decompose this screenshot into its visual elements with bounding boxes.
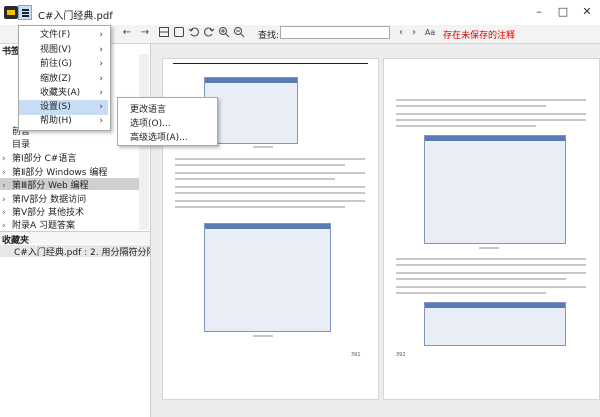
rotate-right-icon[interactable] bbox=[202, 26, 216, 40]
page-figure bbox=[204, 77, 298, 144]
favorite-item[interactable]: C#入门经典.pdf : 2. 用分隔符分隔的 bbox=[0, 245, 150, 257]
zoom-in-icon[interactable] bbox=[217, 26, 231, 40]
main-menu: 文件(F) › 视图(V) › 前往(G) › 缩放(Z) › 收藏夹(A) › 设置(S… bbox=[18, 25, 111, 131]
menu-item-goto[interactable]: 前往(G) › bbox=[19, 57, 108, 72]
menu-item-file[interactable]: 文件(F) › bbox=[19, 28, 108, 43]
match-case-icon[interactable]: Aa bbox=[421, 26, 439, 40]
unsaved-annotations-notice: 存在未保存的注释 bbox=[443, 31, 516, 41]
menu-item-zoom[interactable]: 缩放(Z) › bbox=[19, 72, 108, 87]
page-figure bbox=[424, 135, 566, 244]
menu-item-help[interactable]: 帮助(H) › bbox=[19, 114, 108, 129]
hamburger-menu-button[interactable] bbox=[18, 5, 32, 20]
app-logo-icon bbox=[4, 6, 18, 19]
submenu-item-advanced-options[interactable]: 高级选项(A)... bbox=[130, 130, 188, 143]
close-button[interactable]: ✕ bbox=[578, 4, 596, 20]
fit-page-icon[interactable] bbox=[172, 26, 186, 40]
toc-item-appendix-a[interactable]: › 附录A 习题答案 bbox=[2, 218, 75, 231]
toc-item-part-1[interactable]: › 第Ⅰ部分 C#语言 bbox=[2, 151, 76, 164]
zoom-out-icon[interactable] bbox=[232, 26, 246, 40]
pdf-page-right: 392 bbox=[383, 58, 600, 400]
rotate-left-icon[interactable] bbox=[187, 26, 201, 40]
toc-item-part-3[interactable]: › 第Ⅲ部分 Web 编程 bbox=[0, 178, 140, 191]
find-next-icon[interactable]: › bbox=[407, 26, 421, 40]
back-icon[interactable]: ← bbox=[120, 26, 134, 40]
minimize-button[interactable]: – bbox=[530, 4, 548, 20]
submenu-item-change-language[interactable]: 更改语言 bbox=[130, 102, 166, 115]
menu-item-view[interactable]: 视图(V) › bbox=[19, 43, 108, 58]
page-number: 391 bbox=[351, 352, 361, 358]
submenu-item-options[interactable]: 选项(O)... bbox=[130, 116, 171, 129]
toc-item-contents[interactable]: 目录 bbox=[2, 137, 30, 150]
find-input[interactable] bbox=[280, 26, 390, 39]
page-figure bbox=[204, 223, 331, 332]
toc-item-part-5[interactable]: › 第Ⅴ部分 其他技术 bbox=[2, 205, 84, 218]
window-title: C#入门经典.pdf bbox=[38, 11, 113, 22]
menu-item-settings[interactable]: 设置(S) › bbox=[19, 100, 108, 115]
toc-item-part-4[interactable]: › 第Ⅳ部分 数据访问 bbox=[2, 192, 86, 205]
forward-icon[interactable]: → bbox=[138, 26, 152, 40]
find-prev-icon[interactable]: ‹ bbox=[394, 26, 408, 40]
page-figure bbox=[424, 302, 566, 346]
menu-item-favorites[interactable]: 收藏夹(A) › bbox=[19, 86, 108, 101]
maximize-button[interactable]: □ bbox=[554, 4, 572, 20]
find-label: 查找: bbox=[258, 31, 280, 41]
settings-submenu: 更改语言 选项(O)... 高级选项(A)... bbox=[117, 97, 218, 146]
single-page-icon[interactable] bbox=[157, 26, 171, 40]
page-number: 392 bbox=[396, 352, 406, 358]
toc-item-part-2[interactable]: › 第Ⅱ部分 Windows 编程 bbox=[2, 165, 107, 178]
